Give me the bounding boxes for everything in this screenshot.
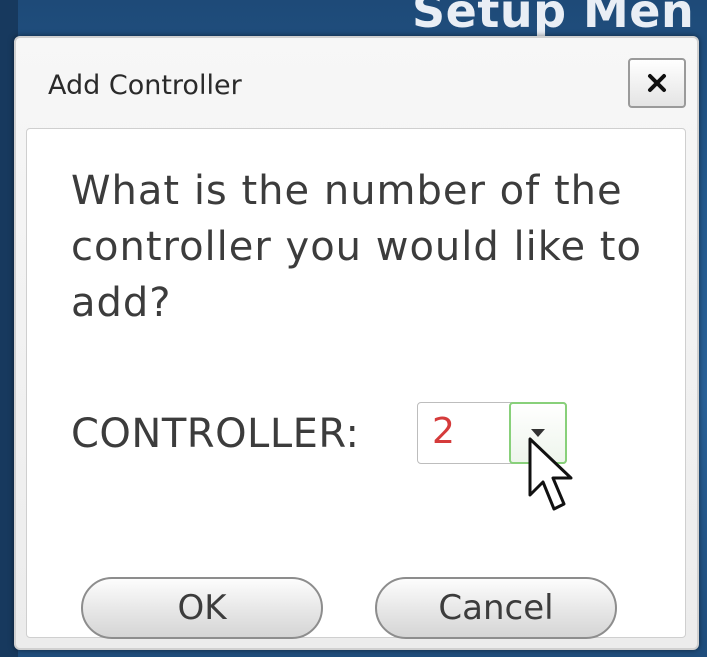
controller-label: CONTROLLER: — [71, 411, 360, 457]
cancel-button[interactable]: Cancel — [375, 577, 617, 639]
dialog-content: What is the number of the controller you… — [26, 128, 686, 639]
dialog-titlebar: Add Controller — [16, 38, 697, 124]
question-text: What is the number of the controller you… — [71, 168, 642, 326]
mouse-cursor-icon — [528, 437, 573, 511]
add-controller-dialog: Add Controller What is the number of the… — [14, 36, 699, 650]
controller-select-value: 2 — [432, 411, 455, 452]
dialog-title: Add Controller — [48, 70, 242, 101]
close-icon — [648, 74, 666, 92]
ok-button[interactable]: OK — [81, 577, 323, 639]
close-button[interactable] — [628, 58, 686, 108]
background-window-title: Setup Men — [412, 0, 695, 38]
